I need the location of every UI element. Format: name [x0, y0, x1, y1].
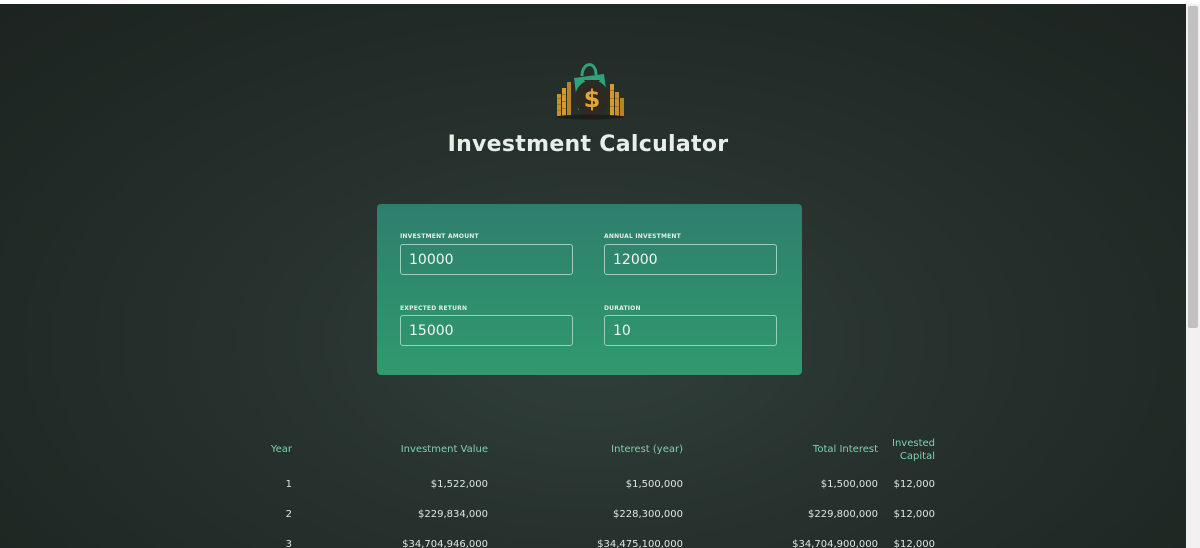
table-cell: $12,000: [893, 509, 935, 520]
expected-return-input[interactable]: [400, 315, 573, 346]
page-title: Investment Calculator: [447, 132, 729, 157]
annual-investment-input[interactable]: [604, 244, 777, 275]
investment-amount-label: INVESTMENT AMOUNT: [400, 233, 479, 240]
svg-text:$: $: [584, 85, 601, 113]
column-header-invested-capital: Invested Capital: [892, 438, 935, 462]
annual-investment-label: ANNUAL INVESTMENT: [604, 233, 681, 240]
scrollbar-thumb[interactable]: [1188, 6, 1198, 328]
duration-label: DURATION: [604, 305, 641, 312]
table-cell: $229,800,000: [808, 509, 878, 520]
table-cell: 2: [285, 509, 292, 520]
table-cell: $1,522,000: [430, 479, 488, 490]
column-header-interest-year: Interest (year): [611, 444, 683, 455]
column-header-investment-value: Investment Value: [400, 444, 488, 455]
table-cell: 3: [285, 539, 292, 548]
investment-amount-input[interactable]: [400, 244, 573, 275]
input-form-panel: INVESTMENT AMOUNT ANNUAL INVESTMENT EXPE…: [377, 204, 802, 375]
duration-input[interactable]: [604, 315, 777, 346]
page-viewport: $ Investment Calculator INVESTMENT AMOUN…: [0, 4, 1186, 548]
table-cell: $12,000: [893, 539, 935, 548]
table-cell: $34,704,946,000: [402, 539, 488, 548]
expected-return-label: EXPECTED RETURN: [400, 305, 468, 312]
table-cell: $229,834,000: [418, 509, 488, 520]
column-header-total-interest: Total Interest: [812, 444, 878, 455]
table-cell: $34,475,100,000: [597, 539, 683, 548]
page-scrollbar[interactable]: [1186, 4, 1200, 548]
table-cell: $1,500,000: [820, 479, 878, 490]
column-header-year: Year: [270, 444, 292, 455]
table-cell: $34,704,900,000: [792, 539, 878, 548]
table-cell: $12,000: [893, 479, 935, 490]
table-cell: $228,300,000: [613, 509, 683, 520]
money-bag-icon: $: [556, 63, 624, 120]
table-cell: 1: [285, 479, 292, 490]
table-cell: $1,500,000: [625, 479, 683, 490]
